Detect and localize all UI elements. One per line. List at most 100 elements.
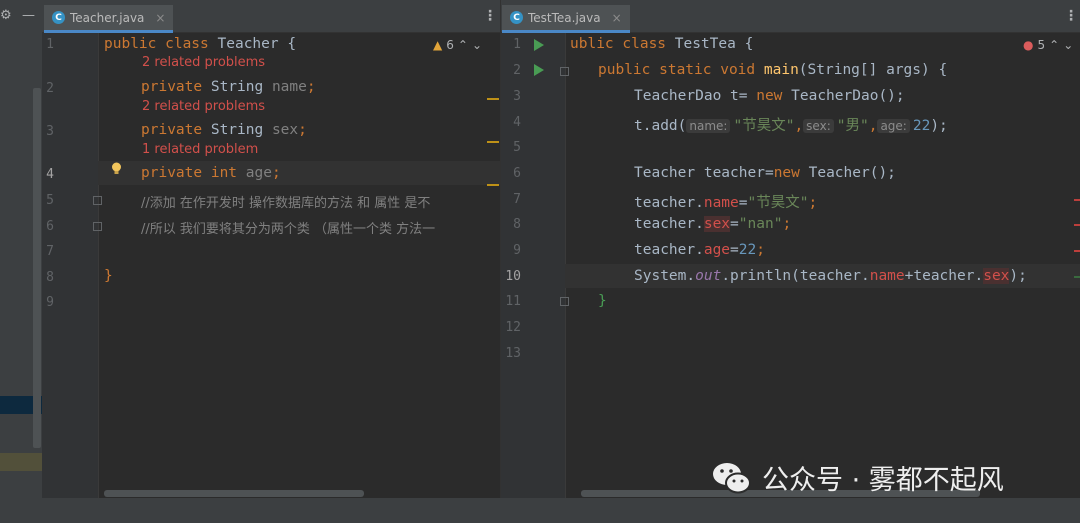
type-text: String <box>210 122 272 138</box>
semicolon: ; <box>756 242 765 258</box>
line-number: 2 <box>513 63 521 78</box>
right-editor[interactable]: 1 2 3 4 5 6 7 8 9 10 11 12 13 ublic clas… <box>501 33 1080 498</box>
settings-gear-icon[interactable]: ⚙ <box>0 8 12 23</box>
string-literal: "nan" <box>738 216 783 232</box>
code-line-4: t.add(name: "节昊文", sex: "男", age: 22); <box>634 114 948 135</box>
right-tab-bar: C TestTea.java × ⋮ <box>501 0 1080 33</box>
chevron-up-icon[interactable]: ⌃ <box>1049 38 1059 52</box>
left-tab-bar: C Teacher.java × ⋮ <box>42 0 500 33</box>
code-line-4: private int age; <box>141 165 281 181</box>
kw-text: private <box>141 79 211 95</box>
line-number: 5 <box>46 193 54 208</box>
comma: , <box>794 118 804 134</box>
semicolon: ; <box>271 165 281 181</box>
close-tab-icon[interactable]: × <box>612 11 622 25</box>
class-run-icon: C <box>510 11 523 24</box>
code-line-6: Teacher teacher=new Teacher(); <box>634 165 896 181</box>
related-problems-link[interactable]: 1 related problem <box>142 142 258 157</box>
warning-count: 6 <box>446 38 454 52</box>
chevron-down-icon[interactable]: ⌄ <box>1063 38 1073 52</box>
kw-text: new <box>756 88 792 104</box>
line-number: 11 <box>505 294 521 309</box>
fold-marker-icon[interactable] <box>560 297 569 306</box>
highlighted-tree-row[interactable] <box>0 453 42 471</box>
code-text: = <box>738 195 748 211</box>
inspection-widget[interactable]: ▲ 6 ⌃ ⌄ <box>433 38 482 52</box>
line-number: 13 <box>505 346 521 361</box>
code-text: t.add( <box>634 118 687 134</box>
line-number: 3 <box>513 89 521 104</box>
type-text: String <box>210 79 272 95</box>
tab-teacher-java[interactable]: C Teacher.java × <box>44 5 174 33</box>
gutter-separator <box>98 33 99 498</box>
code-text: = <box>730 216 739 232</box>
params-text: (String[] args) { <box>798 62 948 78</box>
code-text: Teacher(); <box>808 165 896 181</box>
param-hint: name: <box>686 119 731 133</box>
line-number: 7 <box>513 192 521 207</box>
watermark-text: 公众号 · 雾都不起风 <box>762 465 1004 496</box>
error-count: 5 <box>1037 38 1046 52</box>
code-line-8: teacher.sex="nan"; <box>634 216 791 232</box>
line-number: 2 <box>46 81 54 96</box>
run-class-icon[interactable] <box>534 39 544 51</box>
tab-label: TestTea.java <box>528 10 601 25</box>
code-text: TeacherDao t= <box>634 88 757 104</box>
lightbulb-icon[interactable] <box>111 162 122 175</box>
project-scrollbar[interactable] <box>33 88 41 448</box>
error-stripe[interactable] <box>1074 250 1080 252</box>
change-stripe[interactable] <box>1074 276 1080 278</box>
chevron-down-icon[interactable]: ⌄ <box>472 38 482 52</box>
code-text: = <box>730 242 739 258</box>
class-name: TestTea { <box>674 36 754 52</box>
fold-marker-icon[interactable] <box>560 67 569 76</box>
param-hint: age: <box>877 119 910 133</box>
related-problems-link[interactable]: 2 related problems <box>142 55 265 70</box>
code-line-7: teacher.name="节昊文"; <box>634 191 817 212</box>
code-text: TeacherDao(); <box>791 88 905 104</box>
line-number: 1 <box>513 37 521 52</box>
code-text: ); <box>930 118 948 134</box>
line-number: 7 <box>46 244 54 259</box>
chevron-up-icon[interactable]: ⌃ <box>458 38 468 52</box>
fold-marker-icon[interactable] <box>93 196 102 205</box>
project-tool-strip: ⚙ — <box>0 0 42 523</box>
warning-stripe[interactable] <box>487 98 499 100</box>
warning-stripe[interactable] <box>487 141 499 143</box>
comment-line-6: //所以 我们要将其分为两个类 （属性一个类 方法一 <box>141 222 436 237</box>
line-number: 5 <box>513 140 521 155</box>
line-number: 10 <box>505 269 521 284</box>
error-field: sex <box>703 216 731 232</box>
line-number: 4 <box>46 167 54 182</box>
run-main-icon[interactable] <box>534 64 544 76</box>
horizontal-scrollbar[interactable] <box>104 490 364 497</box>
warning-stripe[interactable] <box>487 184 499 186</box>
number-literal: 22 <box>738 242 757 258</box>
param-hint: sex: <box>803 119 834 133</box>
code-line-2: private String name; <box>141 79 316 95</box>
wechat-icon <box>713 462 751 493</box>
code-text: teacher. <box>634 195 704 211</box>
tab-testtea-java[interactable]: C TestTea.java × <box>502 5 630 33</box>
left-editor[interactable]: 1 2 3 4 5 6 7 8 9 public class Teacher {… <box>42 33 500 498</box>
error-field: name <box>869 268 905 284</box>
fold-marker-icon[interactable] <box>93 222 102 231</box>
code-text: +teacher. <box>904 268 984 284</box>
error-stripe[interactable] <box>1074 199 1080 201</box>
inspection-widget[interactable]: ● 5 ⌃ ⌄ <box>1023 38 1073 52</box>
comma: , <box>868 118 878 134</box>
close-tab-icon[interactable]: × <box>155 11 165 25</box>
code-line-2: public static void main(String[] args) { <box>598 62 947 78</box>
more-options-icon[interactable]: ⋮ <box>1064 8 1078 24</box>
error-stripe[interactable] <box>1074 224 1080 226</box>
string-literal: "男" <box>836 118 869 134</box>
more-options-icon[interactable]: ⋮ <box>483 8 497 24</box>
kw-text: new <box>773 165 809 181</box>
related-problems-link[interactable]: 2 related problems <box>142 99 265 114</box>
minimize-icon[interactable]: — <box>22 8 35 23</box>
watermark: 公众号 · 雾都不起风 <box>712 458 1004 497</box>
field-text: age <box>245 165 272 181</box>
semicolon: ; <box>808 195 818 211</box>
string-literal: "节昊文" <box>747 195 809 211</box>
line-number: 9 <box>46 295 54 310</box>
